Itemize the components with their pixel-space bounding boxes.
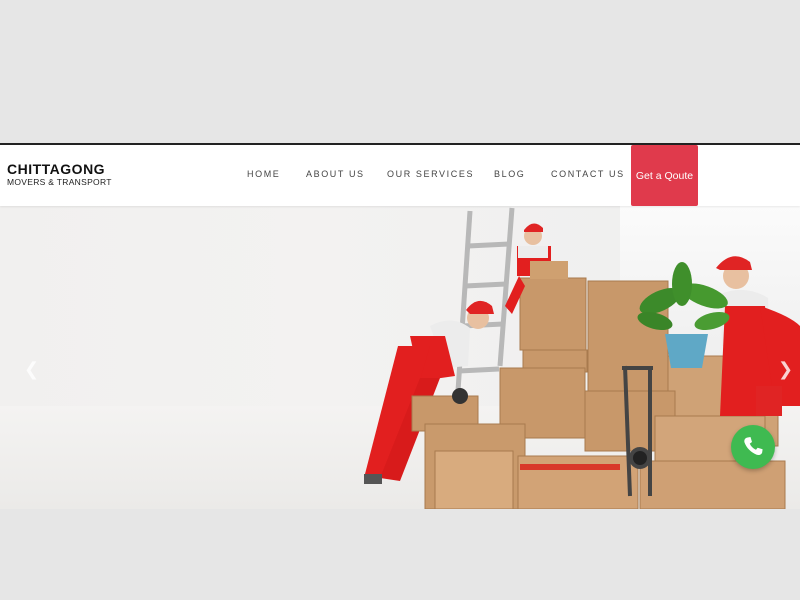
mover-right bbox=[716, 256, 800, 416]
hero-slider: ❮ ❯ bbox=[0, 206, 800, 509]
logo-title: CHITTAGONG bbox=[7, 161, 106, 177]
site-logo[interactable]: CHITTAGONG MOVERS & TRANSPORT bbox=[7, 161, 112, 188]
nav-home[interactable]: HOME bbox=[247, 169, 280, 179]
nav-blog[interactable]: BLOG bbox=[494, 169, 525, 179]
chevron-right-icon[interactable]: ❯ bbox=[778, 359, 793, 380]
get-quote-button[interactable]: Get a Qoute bbox=[631, 145, 698, 206]
movers-photo bbox=[364, 207, 800, 509]
nav-contact-us[interactable]: CONTACT US bbox=[551, 169, 625, 179]
site-header: CHITTAGONG MOVERS & TRANSPORT HOME ABOUT… bbox=[0, 145, 800, 206]
phone-icon bbox=[744, 437, 763, 455]
whatsapp-button[interactable] bbox=[731, 425, 775, 469]
nav-our-services[interactable]: OUR SERVICES bbox=[387, 169, 474, 179]
chevron-left-icon[interactable]: ❮ bbox=[24, 359, 39, 380]
logo-subtitle: MOVERS & TRANSPORT bbox=[7, 177, 112, 187]
nav-about-us[interactable]: ABOUT US bbox=[306, 169, 365, 179]
